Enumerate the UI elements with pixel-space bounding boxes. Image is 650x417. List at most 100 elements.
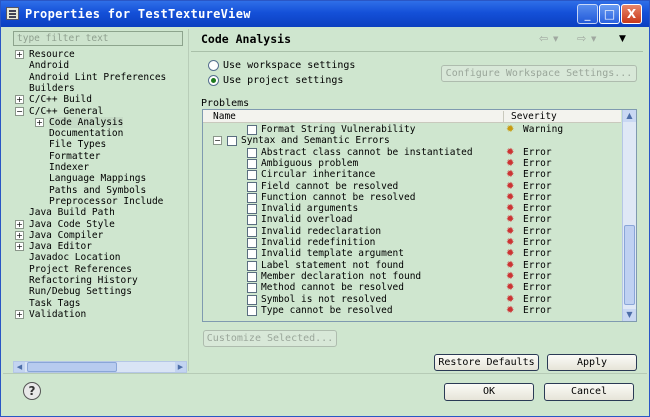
scroll-thumb[interactable] xyxy=(27,362,117,372)
scroll-right-icon[interactable]: ▶ xyxy=(175,362,186,372)
help-icon[interactable]: ? xyxy=(23,382,41,400)
ok-button[interactable]: OK xyxy=(444,383,534,401)
tree-item[interactable]: Android Lint Preferences xyxy=(13,72,185,83)
tree-item[interactable]: + Validation xyxy=(13,309,185,320)
table-row[interactable]: Symbol is not resolved ✹ Error xyxy=(203,294,621,305)
scroll-down-icon[interactable]: ▼ xyxy=(623,309,636,321)
problem-checkbox[interactable] xyxy=(247,125,257,135)
severity-value[interactable]: Error xyxy=(523,271,552,282)
back-menu-icon[interactable]: ▼ xyxy=(553,35,558,43)
table-row[interactable]: Abstract class cannot be instantiated ✹ Er… xyxy=(203,147,621,158)
problem-checkbox[interactable] xyxy=(247,215,257,226)
severity-value[interactable]: Error xyxy=(523,158,552,169)
table-row[interactable]: Invalid redeclaration ✹ Error xyxy=(203,226,621,237)
scroll-thumb[interactable] xyxy=(624,225,635,305)
problem-checkbox[interactable] xyxy=(247,238,257,248)
tree-item[interactable]: Task Tags xyxy=(13,298,185,309)
tree-item[interactable]: Android xyxy=(13,60,185,71)
severity-value[interactable]: Warning xyxy=(523,124,563,135)
expand-icon[interactable]: + xyxy=(35,117,44,127)
problem-checkbox[interactable] xyxy=(247,147,257,158)
panel-divider[interactable] xyxy=(188,29,189,371)
table-row[interactable]: Member declaration not found ✹ Error xyxy=(203,271,621,282)
tree-item[interactable]: + C/C++ Build xyxy=(13,94,185,105)
collapse-icon[interactable]: − xyxy=(213,136,222,146)
table-row[interactable]: Function cannot be resolved ✹ Error xyxy=(203,192,621,203)
tree-item[interactable]: + Resource xyxy=(13,49,185,60)
close-button[interactable]: X xyxy=(621,4,642,24)
tree-item[interactable]: + Java Editor xyxy=(13,241,185,252)
problem-checkbox[interactable] xyxy=(247,192,257,203)
severity-value[interactable]: Error xyxy=(523,169,552,180)
tree-item[interactable]: − C/C++ General xyxy=(13,106,185,117)
problem-checkbox[interactable] xyxy=(247,170,257,181)
expand-icon[interactable]: + xyxy=(15,309,24,319)
forward-icon[interactable]: ⇨ xyxy=(577,32,586,45)
expand-icon[interactable]: + xyxy=(15,242,24,252)
configure-workspace-settings-button[interactable]: Configure Workspace Settings... xyxy=(441,65,637,82)
table-row[interactable]: Circular inheritance ✹ Error xyxy=(203,169,621,181)
table-row[interactable]: Invalid redefinition ✹ Error xyxy=(203,237,621,248)
tree-item[interactable]: Indexer xyxy=(13,162,185,173)
severity-value[interactable]: Error xyxy=(523,237,552,248)
tree-item[interactable]: Documentation xyxy=(13,128,185,139)
use-workspace-settings-radio[interactable]: Use workspace settings xyxy=(208,60,388,72)
problem-checkbox[interactable] xyxy=(247,294,257,305)
severity-value[interactable]: Error xyxy=(523,181,552,192)
table-row[interactable]: Format String Vulnerability ✹ Warning xyxy=(203,124,621,135)
maximize-button[interactable]: □ xyxy=(599,4,620,24)
problem-checkbox[interactable] xyxy=(227,136,237,147)
table-row[interactable]: Ambiguous problem ✹ Error xyxy=(203,158,621,169)
table-row[interactable]: Type cannot be resolved ✹ Error xyxy=(203,305,621,316)
table-row[interactable]: Field cannot be resolved ✹ Error xyxy=(203,181,621,192)
tree-horizontal-scrollbar[interactable]: ◀ ▶ xyxy=(13,361,187,373)
severity-value[interactable]: Error xyxy=(523,305,552,316)
problem-checkbox[interactable] xyxy=(247,181,257,192)
column-header-severity[interactable]: Severity xyxy=(511,111,557,122)
use-project-settings-radio[interactable]: Use project settings xyxy=(208,75,388,87)
column-header-name[interactable]: Name xyxy=(213,111,236,122)
apply-button[interactable]: Apply xyxy=(547,354,637,371)
severity-value[interactable]: Error xyxy=(523,226,552,237)
tree-item[interactable]: + Code Analysis xyxy=(13,116,185,128)
radio-button-selected[interactable] xyxy=(208,75,219,86)
problem-checkbox[interactable] xyxy=(247,271,257,282)
problem-checkbox[interactable] xyxy=(247,204,257,215)
tree-item[interactable]: + Java Compiler xyxy=(13,230,185,241)
problem-checkbox[interactable] xyxy=(247,226,257,237)
expand-icon[interactable]: + xyxy=(15,50,24,59)
tree-item[interactable]: + Java Code Style xyxy=(13,219,185,230)
customize-selected-button[interactable]: Customize Selected... xyxy=(203,330,337,347)
problem-group-row[interactable]: − Syntax and Semantic Errors xyxy=(203,135,621,147)
minimize-button[interactable]: _ xyxy=(577,4,598,24)
severity-value[interactable]: Error xyxy=(523,248,552,259)
column-divider[interactable] xyxy=(503,111,504,122)
severity-value[interactable]: Error xyxy=(523,214,552,225)
radio-button[interactable] xyxy=(208,60,219,71)
table-row[interactable]: Invalid overload ✹ Error xyxy=(203,214,621,226)
problem-checkbox[interactable] xyxy=(247,283,257,294)
tree-item[interactable]: Paths and Symbols xyxy=(13,185,185,196)
tree-item[interactable]: Java Build Path xyxy=(13,207,185,218)
tree-item[interactable]: Builders xyxy=(13,83,185,94)
severity-value[interactable]: Error xyxy=(523,282,552,293)
tree-item[interactable]: Formatter xyxy=(13,151,185,162)
problem-checkbox[interactable] xyxy=(247,158,257,169)
severity-value[interactable]: Error xyxy=(523,147,552,158)
expand-icon[interactable]: + xyxy=(15,230,24,240)
back-icon[interactable]: ⇦ xyxy=(539,32,548,45)
restore-defaults-button[interactable]: Restore Defaults xyxy=(434,354,539,371)
filter-input[interactable]: type filter text xyxy=(13,31,183,46)
expand-icon[interactable]: + xyxy=(15,95,24,105)
problems-vertical-scrollbar[interactable]: ▲ ▼ xyxy=(622,110,636,321)
severity-value[interactable]: Error xyxy=(523,260,552,271)
tree-item[interactable]: Language Mappings xyxy=(13,173,185,184)
tree-item[interactable]: Preprocessor Include xyxy=(13,196,185,207)
tree-item[interactable]: Project References xyxy=(13,264,185,275)
problem-checkbox[interactable] xyxy=(247,305,257,316)
expand-icon[interactable]: + xyxy=(15,219,24,229)
problem-checkbox[interactable] xyxy=(247,249,257,260)
table-row[interactable]: Invalid arguments ✹ Error xyxy=(203,203,621,215)
severity-value[interactable]: Error xyxy=(523,192,552,203)
collapse-icon[interactable]: − xyxy=(15,106,24,116)
